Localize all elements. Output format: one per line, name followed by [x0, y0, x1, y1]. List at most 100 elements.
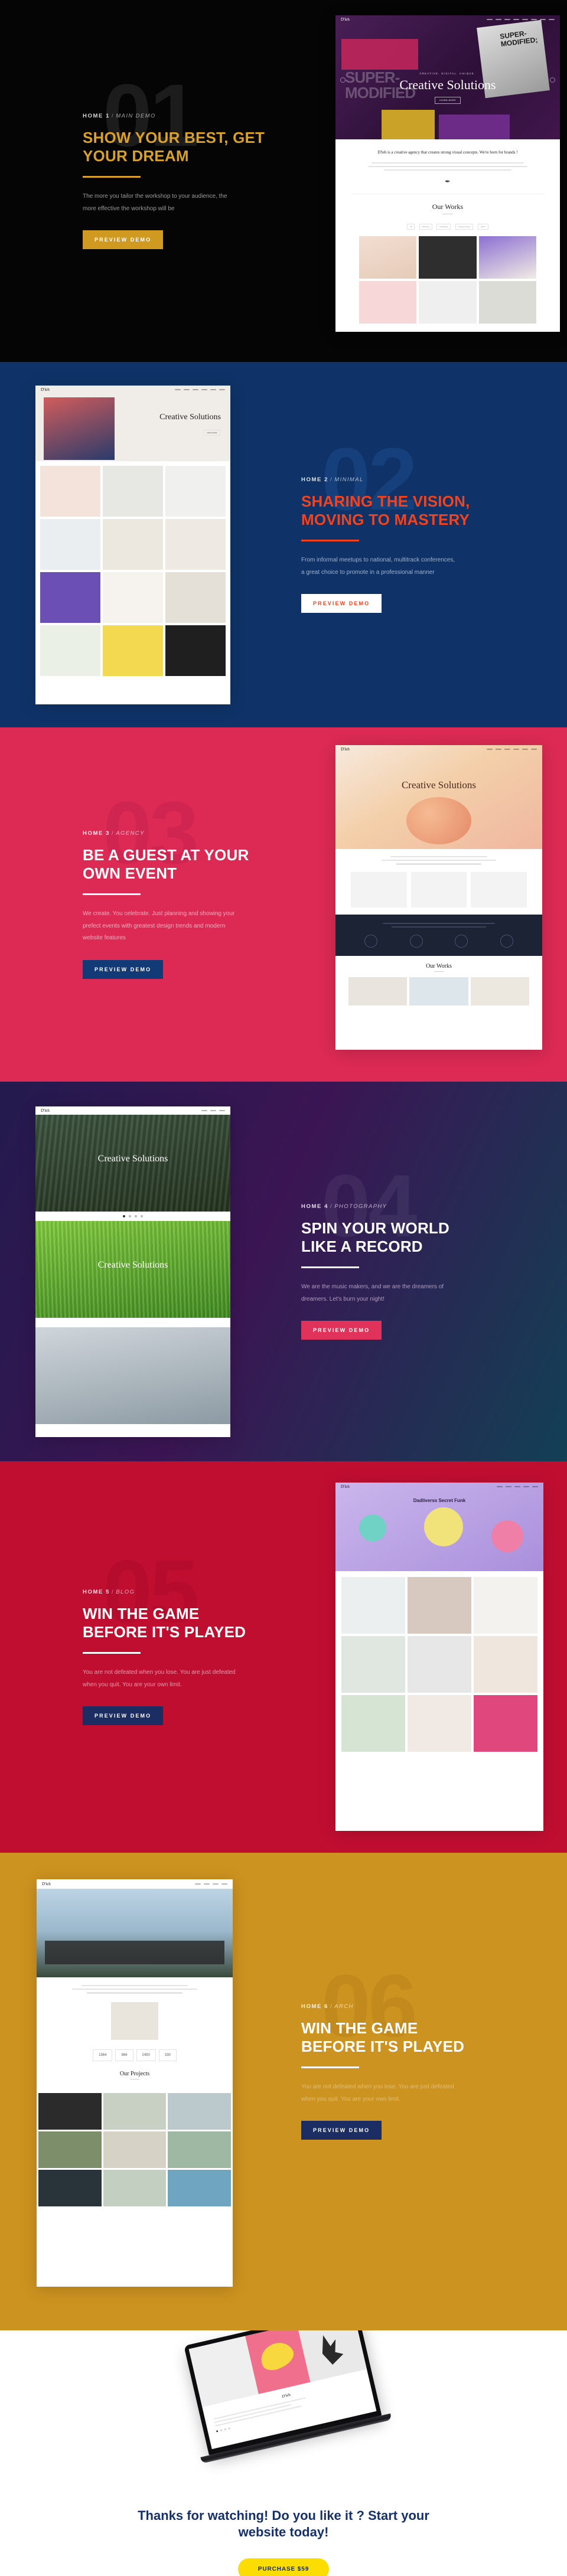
work-thumb[interactable] — [103, 572, 163, 623]
section-home-4: D'leh Creative Solutions Creative Soluti… — [0, 1082, 567, 1461]
work-thumb[interactable] — [40, 625, 100, 676]
work-thumb[interactable] — [478, 281, 536, 324]
section-eyebrow: HOME 4/PHOTOGRAPHY — [301, 1203, 387, 1210]
work-thumb[interactable] — [470, 977, 529, 1005]
project-thumb[interactable] — [103, 2131, 167, 2168]
project-thumb[interactable] — [103, 2169, 167, 2206]
section-description: You are not defeated when you lose. You … — [83, 1669, 236, 1688]
blog-thumb[interactable] — [408, 1636, 471, 1693]
work-thumb[interactable] — [165, 466, 226, 517]
demo-mockup-4[interactable]: D'leh Creative Solutions Creative Soluti… — [35, 1106, 230, 1437]
purchase-button[interactable]: PURCHASE $59 — [237, 2558, 330, 2576]
mockup-brand: D'leh — [41, 387, 50, 392]
mockup-brand: D'leh — [41, 1108, 50, 1113]
section-description: We create. You celebrate. Just planning … — [83, 910, 235, 942]
section-home-2: D'leh Creative Solutions VIEW MORE 02 HO… — [0, 362, 567, 727]
blog-thumb[interactable] — [474, 1695, 537, 1752]
work-thumb[interactable] — [40, 572, 100, 623]
demo-mockup-1[interactable]: D'leh SUPER- MODIFIED SUPER- MODIFIED; CRE… — [335, 15, 560, 332]
mockup-hero-title: Dadliverss Secret Funk — [413, 1498, 466, 1503]
mockup-filter[interactable]: Product Design — [455, 224, 474, 230]
blog-thumb[interactable] — [408, 1695, 471, 1752]
section-description: We are the music makers, and we are the … — [301, 1284, 444, 1302]
work-thumb[interactable] — [40, 466, 100, 517]
section-headline: SHOW YOUR BEST, GET YOUR DREAM — [83, 128, 265, 165]
preview-demo-button[interactable]: PREVIEW DEMO — [301, 2121, 382, 2140]
eyebrow-sub: PHOTOGRAPHY — [334, 1203, 387, 1210]
work-thumb[interactable] — [103, 466, 163, 517]
section-description: You are not defeated when you lose. You … — [301, 2084, 454, 2102]
work-thumb[interactable] — [165, 519, 226, 570]
demo-mockup-6[interactable]: D'leh 1564 984 2450 330 Our Projects — [37, 1879, 233, 2287]
mockup-nav — [201, 1110, 225, 1111]
eyebrow-main: HOME 6 — [301, 2003, 329, 2010]
blog-thumb[interactable] — [474, 1636, 537, 1693]
section-copy-3: 03 HOME 3/AGENCY BE A GUEST AT YOUR OWN … — [83, 788, 266, 979]
work-thumb[interactable] — [419, 281, 477, 324]
work-thumb[interactable] — [165, 572, 226, 623]
section-headline: WIN THE GAME BEFORE IT'S PLAYED — [83, 1604, 246, 1641]
landing-page: D'leh SUPER- MODIFIED SUPER- MODIFIED; CRE… — [0, 0, 567, 2576]
mockup-intro: D'leh is a creative agency that creates … — [377, 150, 518, 155]
eyebrow-main: HOME 4 — [301, 1203, 329, 1210]
work-thumb[interactable] — [165, 625, 226, 676]
work-thumb[interactable] — [40, 519, 100, 570]
project-thumb[interactable] — [168, 2131, 231, 2168]
section-rule — [301, 540, 359, 542]
project-thumb[interactable] — [38, 2169, 102, 2206]
mockup-filter[interactable]: Packaging — [436, 224, 451, 230]
stat-value: 984 — [115, 2049, 133, 2061]
section-copy-5: 05 HOME 5/BLOG WIN THE GAME BEFORE IT'S … — [83, 1547, 266, 1726]
blog-thumb[interactable] — [341, 1577, 405, 1634]
work-thumb[interactable] — [103, 625, 163, 676]
work-thumb[interactable] — [359, 236, 417, 279]
mockup-hero-title: Creative Solutions — [401, 779, 477, 791]
eyebrow-main: HOME 2 — [301, 476, 329, 483]
preview-demo-button[interactable]: PREVIEW DEMO — [301, 594, 382, 613]
preview-demo-button[interactable]: PREVIEW DEMO — [83, 1706, 164, 1726]
eyebrow-main: HOME 5 — [83, 1588, 110, 1595]
section-headline: SHARING THE VISION, MOVING TO MASTERY — [301, 492, 470, 528]
mockup-filter[interactable]: UI/UX — [477, 224, 488, 230]
work-thumb[interactable] — [478, 236, 536, 279]
eyebrow-main: HOME 1 — [83, 112, 110, 119]
section-description: The more you tailor the workshop to your… — [83, 193, 227, 212]
work-thumb[interactable] — [419, 236, 477, 279]
blog-thumb[interactable] — [341, 1636, 405, 1693]
work-thumb[interactable] — [103, 519, 163, 570]
demo-mockup-2[interactable]: D'leh Creative Solutions VIEW MORE — [35, 386, 230, 704]
work-thumb[interactable] — [348, 977, 408, 1005]
preview-demo-button[interactable]: PREVIEW DEMO — [83, 230, 164, 250]
blog-thumb[interactable] — [341, 1695, 405, 1752]
section-rule — [301, 2066, 359, 2069]
work-thumb[interactable] — [409, 977, 468, 1005]
mockup-hero-button[interactable]: LEARN MORE — [434, 97, 461, 104]
preview-demo-button[interactable]: PREVIEW DEMO — [301, 1321, 382, 1340]
stat-value: 1564 — [93, 2049, 113, 2061]
eyebrow-sub: ARCH — [334, 2003, 354, 2010]
footer-headline: Thanks for watching! Do you like it ? St… — [138, 2508, 429, 2540]
section-headline: SPIN YOUR WORLD LIKE A RECORD — [301, 1219, 449, 1255]
project-thumb[interactable] — [38, 2131, 102, 2168]
project-thumb[interactable] — [168, 2092, 231, 2130]
mockup-filter[interactable]: All — [407, 224, 415, 230]
project-thumb[interactable] — [168, 2169, 231, 2206]
slider-next-icon[interactable] — [550, 77, 555, 83]
project-thumb[interactable] — [103, 2092, 167, 2130]
slider-prev-icon[interactable] — [340, 77, 346, 83]
mockup-hero-button[interactable]: VIEW MORE — [203, 430, 220, 436]
mockup-nav — [487, 18, 555, 20]
work-thumb[interactable] — [359, 281, 417, 324]
section-headline: WIN THE GAME BEFORE IT'S PLAYED — [301, 2019, 465, 2055]
section-home-3: D'leh Creative Solutions Our Works 03 HO… — [0, 727, 567, 1082]
mockup-filter[interactable]: Branding — [419, 224, 432, 230]
demo-mockup-5[interactable]: D'leh Dadliverss Secret Funk — [335, 1483, 543, 1831]
project-thumb[interactable] — [38, 2092, 102, 2130]
laptop-screen: D'leh — [184, 2330, 382, 2456]
preview-demo-button[interactable]: PREVIEW DEMO — [83, 959, 164, 979]
mockup-nav — [487, 748, 537, 750]
mockup-projects-title: Our Projects — [119, 2070, 150, 2077]
blog-thumb[interactable] — [408, 1577, 471, 1634]
demo-mockup-3[interactable]: D'leh Creative Solutions Our Works — [335, 745, 542, 1050]
blog-thumb[interactable] — [474, 1577, 537, 1634]
